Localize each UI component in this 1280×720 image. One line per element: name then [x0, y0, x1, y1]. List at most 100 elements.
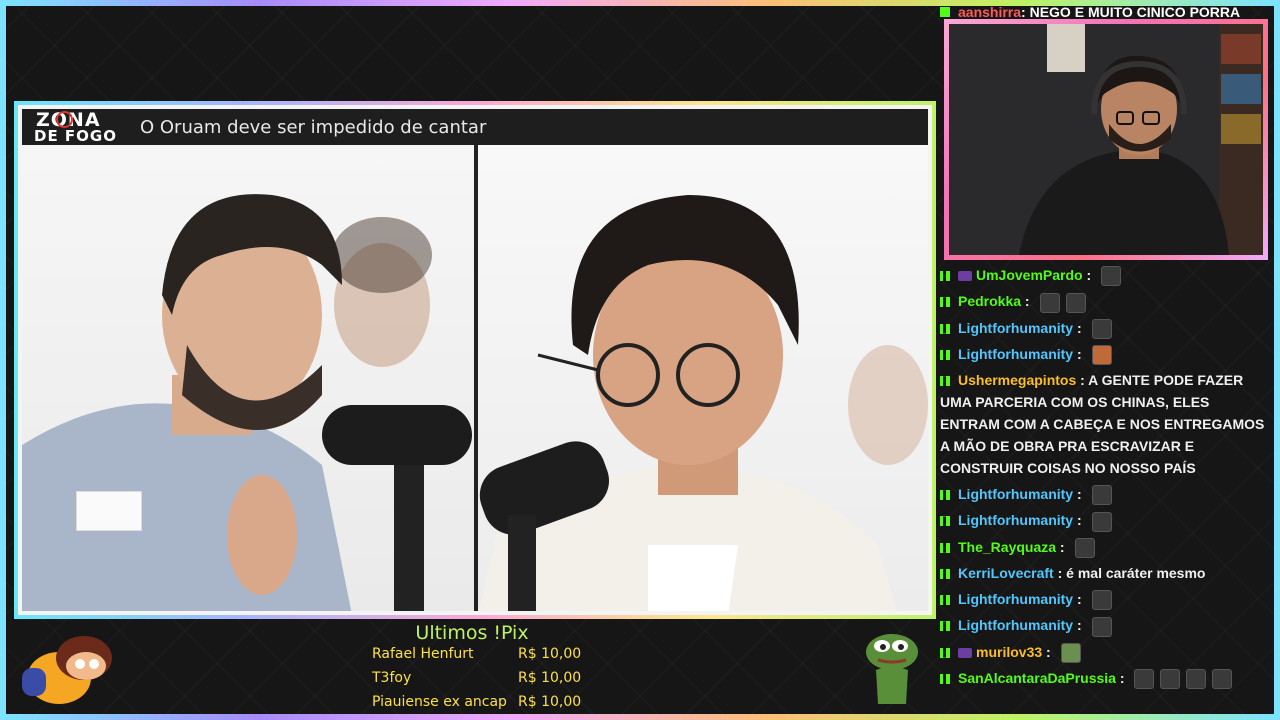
chat-separator: :: [1073, 591, 1086, 608]
kick-icon: [940, 490, 950, 501]
chat-separator: :: [1073, 486, 1086, 503]
video-title: O Oruam deve ser impedido de cantar: [140, 116, 487, 138]
chat-message: Lightforhumanity :: [940, 588, 1270, 611]
kick-icon: [940, 569, 950, 580]
chat-emote-icon: [1134, 669, 1155, 690]
chat-emote-icon: [1212, 669, 1233, 690]
chat-message: UmJovemPardo :: [940, 264, 1270, 287]
pix-donor-name: T3foy: [372, 670, 412, 686]
chat-emote-icon: [1039, 292, 1060, 313]
pix-row: T3foy R$ 10,00: [372, 670, 582, 692]
chat-message: Lightforhumanity :: [940, 317, 1270, 339]
chat-emote-icon: [1186, 669, 1207, 690]
chat-username[interactable]: murilov33: [976, 644, 1042, 660]
chat-separator: :: [1115, 669, 1129, 686]
white-card: [76, 491, 142, 531]
chat-separator: :: [1076, 372, 1089, 389]
chat-message: Ushermegapintos : A GENTE PODE FAZER UMA…: [940, 369, 1270, 479]
speaker-right-image: [478, 195, 928, 611]
chat-separator: :: [1073, 319, 1086, 336]
chat-username[interactable]: Lightforhumanity: [958, 617, 1073, 633]
streamer-webcam-image: [949, 24, 1263, 255]
chat-emote-icon: [1060, 642, 1081, 663]
chat-separator: :: [1021, 293, 1034, 310]
chat-separator: :: [1042, 643, 1055, 660]
video-left-panel: [22, 145, 474, 611]
chat-emote-icon: [1074, 538, 1095, 559]
chat-username[interactable]: UmJovemPardo: [976, 267, 1083, 283]
chat-username: aanshirra: [958, 4, 1022, 20]
chat-message: Lightforhumanity :: [940, 509, 1270, 532]
chat-separator: :: [1053, 565, 1067, 582]
pix-title: Ultimos !Pix: [415, 622, 529, 644]
kick-icon: [940, 542, 950, 553]
chat-username[interactable]: Ushermegapintos: [958, 372, 1076, 388]
kick-icon: [940, 376, 950, 387]
kick-icon: [940, 516, 950, 527]
pix-row: Rafael Henfurt R$ 10,00: [372, 646, 582, 668]
kick-icon: [940, 323, 950, 334]
chat-text: é mal caráter mesmo: [1066, 565, 1206, 582]
kick-icon: [940, 673, 950, 684]
kick-icon: [940, 297, 950, 308]
main-video-frame: ZONA DE FOGO O Oruam deve ser impedido d…: [14, 101, 936, 619]
chat-username[interactable]: Lightforhumanity: [958, 486, 1073, 502]
kick-icon: [940, 595, 950, 606]
webcam-frame: [944, 19, 1268, 260]
chat-emote-icon: [1065, 292, 1086, 313]
chat-username[interactable]: The_Rayquaza: [958, 539, 1056, 555]
pix-amount: R$ 10,00: [518, 670, 582, 686]
pix-amount: R$ 10,00: [518, 694, 582, 710]
chat-emote-icon: [1091, 318, 1112, 339]
pix-row: Piauiense ex ancap R$ 10,00: [372, 694, 582, 716]
chat-top-message: aanshirra: NEGO E MUITO CINICO PORRA: [940, 4, 1240, 20]
chat-separator: :: [1073, 345, 1086, 362]
chat-username[interactable]: Lightforhumanity: [958, 346, 1073, 362]
chat-username[interactable]: Pedrokka: [958, 293, 1021, 309]
pix-donor-name: Rafael Henfurt: [372, 646, 474, 662]
kick-icon: [940, 7, 950, 17]
video-right-panel: [478, 145, 928, 611]
speaker-left-image: [22, 194, 472, 611]
chat-panel: UmJovemPardo : Pedrokka : Lightforhumani…: [940, 264, 1270, 693]
chat-username[interactable]: Lightforhumanity: [958, 512, 1073, 528]
chat-message: The_Rayquaza :: [940, 536, 1270, 559]
subscriber-badge-icon: [958, 271, 972, 282]
chat-emote-icon: [1091, 345, 1112, 366]
chat-emote-icon: [1091, 616, 1112, 637]
pix-amount: R$ 10,00: [518, 646, 582, 662]
webcam-feed: [949, 24, 1263, 255]
chat-message: Lightforhumanity :: [940, 343, 1270, 366]
chat-emote-icon: [1101, 266, 1122, 287]
chat-message: SanAlcantaraDaPrussia :: [940, 667, 1270, 690]
kick-icon: [940, 271, 950, 281]
main-video: ZONA DE FOGO O Oruam deve ser impedido d…: [18, 105, 932, 615]
chat-message: KerriLovecraft : é mal caráter mesmo: [940, 562, 1270, 584]
chat-message: murilov33 :: [940, 641, 1270, 663]
subscriber-badge-icon: [958, 647, 972, 658]
chat-emote-icon: [1160, 669, 1181, 690]
chat-emote-icon: [1091, 590, 1112, 611]
video-title-bar: ZONA DE FOGO O Oruam deve ser impedido d…: [22, 109, 928, 145]
pix-donor-name: Piauiense ex ancap: [372, 694, 507, 710]
mascot-left-image: [14, 628, 124, 708]
chat-separator: :: [1056, 538, 1069, 555]
kick-icon: [940, 621, 950, 632]
chat-message: Lightforhumanity :: [940, 614, 1270, 637]
chat-text: : NEGO E MUITO CINICO PORRA: [1021, 4, 1241, 20]
chat-username[interactable]: Lightforhumanity: [958, 591, 1073, 607]
logo-line-2: DE FOGO: [34, 127, 117, 145]
chat-username[interactable]: SanAlcantaraDaPrussia: [958, 670, 1116, 686]
kick-icon: [940, 647, 950, 658]
chat-message: Lightforhumanity :: [940, 483, 1270, 506]
zona-de-fogo-logo: ZONA DE FOGO: [34, 109, 130, 145]
chat-emote-icon: [1091, 485, 1112, 506]
kick-icon: [940, 349, 950, 360]
chat-separator: :: [1073, 617, 1086, 634]
logo-ring-icon: [56, 111, 73, 128]
chat-emote-icon: [1091, 511, 1112, 532]
chat-username[interactable]: Lightforhumanity: [958, 320, 1073, 336]
chat-separator: :: [1073, 512, 1086, 529]
chat-username[interactable]: KerriLovecraft: [958, 565, 1054, 581]
chat-separator: :: [1082, 267, 1096, 283]
